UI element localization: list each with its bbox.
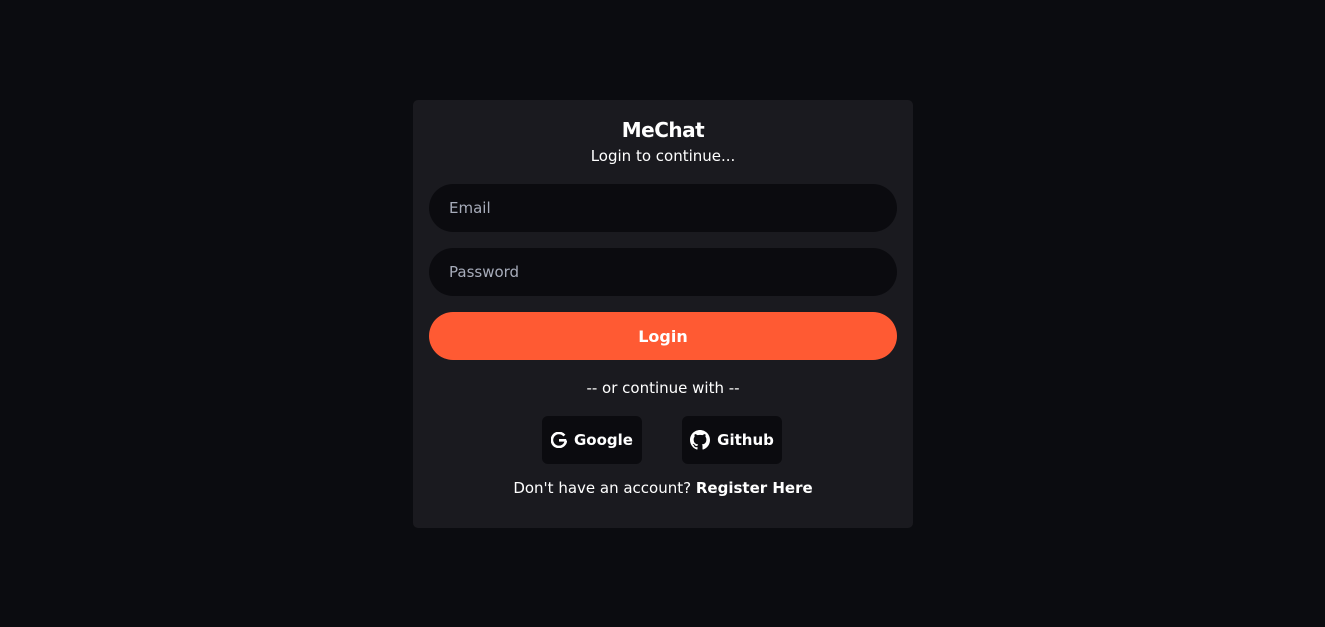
google-login-button[interactable]: Google: [542, 416, 642, 464]
register-link[interactable]: Register Here: [696, 479, 813, 497]
register-prompt-text: Don't have an account?: [513, 479, 692, 497]
login-subtitle: Login to continue...: [590, 147, 736, 165]
github-button-label: Github: [717, 431, 774, 449]
google-icon: [551, 432, 567, 448]
email-input[interactable]: [429, 184, 897, 232]
oauth-divider-text: -- or continue with --: [586, 379, 740, 397]
login-button[interactable]: Login: [429, 312, 897, 360]
password-input[interactable]: [429, 248, 897, 296]
login-card: MeChat Login to continue... Login -- or …: [413, 100, 913, 528]
app-title: MeChat: [621, 118, 705, 142]
github-login-button[interactable]: Github: [682, 416, 782, 464]
google-button-label: Google: [574, 431, 633, 449]
github-icon: [690, 430, 711, 450]
register-prompt: Don't have an account? Register Here: [413, 479, 913, 497]
